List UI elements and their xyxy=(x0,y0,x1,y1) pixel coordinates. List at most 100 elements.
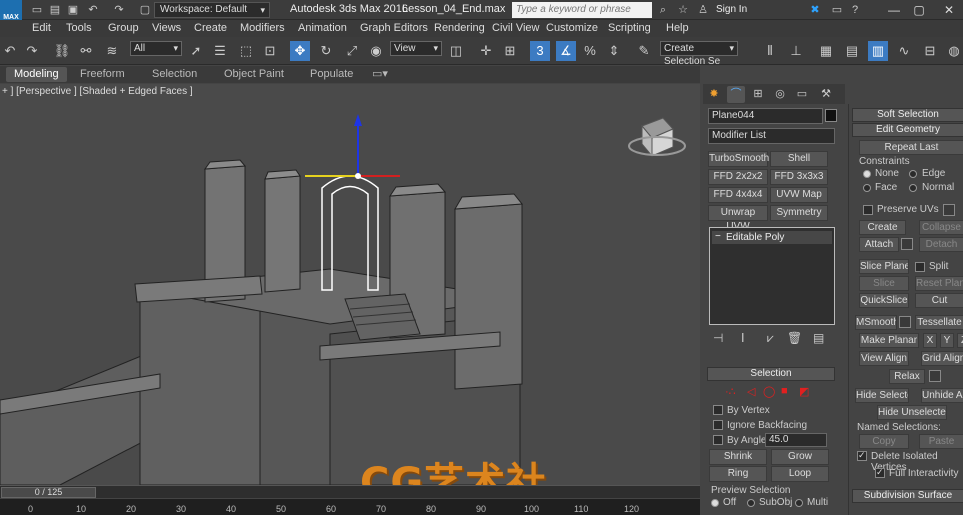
redo-icon[interactable]: ↷ xyxy=(22,41,42,61)
grid-align-button[interactable]: Grid Align xyxy=(921,351,963,366)
attach-button[interactable]: Attach xyxy=(859,237,899,252)
make-unique-icon[interactable]: ⩗ xyxy=(767,331,774,346)
shrink-button[interactable]: Shrink xyxy=(709,449,767,465)
redo-icon[interactable]: ↷ xyxy=(112,3,126,17)
percent-snap-icon[interactable]: % xyxy=(580,41,600,61)
menu-modifiers[interactable]: Modifiers xyxy=(240,22,285,34)
open-file-icon[interactable]: ▤ xyxy=(48,3,62,17)
time-slider[interactable]: 0 / 125 xyxy=(0,485,700,498)
shell-button[interactable]: Shell xyxy=(770,151,828,167)
ffd-3x3x3-button[interactable]: FFD 3x3x3 xyxy=(770,169,828,185)
by-vertex-checkbox[interactable] xyxy=(713,405,723,415)
unlink-icon[interactable]: ⚯ xyxy=(76,41,96,61)
menu-views[interactable]: Views xyxy=(152,22,181,34)
menu-create[interactable]: Create xyxy=(194,22,227,34)
split-checkbox[interactable] xyxy=(915,262,925,272)
reference-coord-dropdown[interactable]: View xyxy=(390,41,442,56)
curve-editor-icon[interactable]: ∿ xyxy=(894,41,914,61)
close-button[interactable]: ✕ xyxy=(935,0,963,20)
subobject-edge-icon[interactable]: ◁ xyxy=(747,385,755,398)
paste-button[interactable]: Paste xyxy=(919,434,963,449)
menu-tools[interactable]: Tools xyxy=(66,22,92,34)
motion-tab-icon[interactable]: ◎ xyxy=(771,86,789,103)
constraint-edge-radio[interactable] xyxy=(909,170,917,178)
stack-item-editable-poly[interactable]: Editable Poly xyxy=(712,231,832,244)
pivot-center-icon[interactable]: ◫ xyxy=(446,41,466,61)
hide-selected-button[interactable]: Hide Selected xyxy=(855,388,909,403)
select-object-icon[interactable]: ➚ xyxy=(186,41,206,61)
track-bar[interactable]: 0 10 20 30 40 50 60 70 80 90 100 110 120 xyxy=(0,498,700,515)
edit-geometry-rollout[interactable]: Edit Geometry xyxy=(852,123,963,137)
reset-plane-button[interactable]: Reset Plane xyxy=(915,276,963,291)
viewport-label[interactable]: + ] [Perspective ] [Shaded + Edged Faces… xyxy=(2,86,193,97)
select-by-name-icon[interactable]: ☰ xyxy=(210,41,230,61)
spinner-snap-icon[interactable]: ⇕ xyxy=(604,41,624,61)
tab-modeling[interactable]: Modeling xyxy=(6,67,67,82)
display-tab-icon[interactable]: ▭ xyxy=(793,86,811,103)
constraint-normal-radio[interactable] xyxy=(909,184,917,192)
snaps-toggle-icon[interactable]: 3 xyxy=(530,41,550,61)
grow-button[interactable]: Grow xyxy=(771,449,829,465)
align-icon[interactable]: ⊥ xyxy=(786,41,806,61)
hierarchy-tab-icon[interactable]: ⊞ xyxy=(749,86,767,103)
tessellate-button[interactable]: Tessellate xyxy=(915,315,963,330)
subobject-element-icon[interactable]: ◩ xyxy=(799,385,809,398)
schematic-view-icon[interactable]: ⊟ xyxy=(920,41,940,61)
layer-manager-icon[interactable]: ▦ xyxy=(816,41,836,61)
view-align-button[interactable]: View Align xyxy=(859,351,909,366)
link-icon[interactable]: ⛓ xyxy=(52,41,72,61)
selection-rollout-header[interactable]: Selection xyxy=(707,367,835,381)
repeat-last-button[interactable]: Repeat Last xyxy=(859,140,963,155)
menu-edit[interactable]: Edit xyxy=(32,22,51,34)
tab-populate[interactable]: Populate xyxy=(302,67,361,82)
user-icon[interactable]: ♙ xyxy=(696,3,710,17)
relax-button[interactable]: Relax xyxy=(889,369,925,384)
search-icon[interactable]: ⌕ xyxy=(656,3,670,17)
tab-freeform[interactable]: Freeform xyxy=(72,67,133,82)
subobject-polygon-icon[interactable]: ■ xyxy=(781,385,788,397)
keyboard-shortcut-icon[interactable]: ⊞ xyxy=(500,41,520,61)
modifier-stack[interactable]: Editable Poly xyxy=(709,227,835,325)
create-button[interactable]: Create xyxy=(859,220,906,235)
cut-button[interactable]: Cut xyxy=(915,293,963,308)
attach-settings-icon[interactable] xyxy=(901,238,913,250)
named-selection-dropdown[interactable]: Create Selection Se xyxy=(660,41,738,67)
select-rotate-icon[interactable]: ↻ xyxy=(316,41,336,61)
tab-object-paint[interactable]: Object Paint xyxy=(216,67,292,82)
selection-filter-dropdown[interactable]: All xyxy=(130,41,182,56)
sign-in-link[interactable]: Sign In xyxy=(716,4,747,15)
preserve-uvs-settings-icon[interactable] xyxy=(943,204,955,216)
maximize-button[interactable]: ▢ xyxy=(905,0,933,20)
relax-settings-icon[interactable] xyxy=(929,370,941,382)
modify-tab-icon[interactable]: ⌒ xyxy=(727,86,745,103)
menu-animation[interactable]: Animation xyxy=(298,22,347,34)
perspective-viewport[interactable]: + ] [Perspective ] [Shaded + Edged Faces… xyxy=(0,84,700,485)
ribbon-options-icon[interactable]: ▭▾ xyxy=(364,67,396,82)
full-interactivity-checkbox[interactable] xyxy=(875,467,885,478)
planar-z-button[interactable]: Z xyxy=(957,333,963,348)
object-color-swatch[interactable] xyxy=(825,109,837,122)
object-name-field[interactable]: Plane044 xyxy=(708,108,823,124)
make-planar-button[interactable]: Make Planar xyxy=(859,333,919,348)
place-icon[interactable]: ◉ xyxy=(366,41,386,61)
utilities-tab-icon[interactable]: ⚒ xyxy=(817,86,835,103)
constraint-none-radio[interactable] xyxy=(863,170,871,178)
project-folder-icon[interactable]: ▢ xyxy=(138,3,152,17)
search-input[interactable]: Type a keyword or phrase xyxy=(512,2,652,18)
subobject-vertex-icon[interactable]: ·∴ xyxy=(725,385,736,398)
select-manipulate-icon[interactable]: ✛ xyxy=(476,41,496,61)
uvw-map-button[interactable]: UVW Map xyxy=(770,187,828,203)
menu-group[interactable]: Group xyxy=(108,22,139,34)
select-move-icon[interactable]: ✥ xyxy=(290,41,310,61)
rect-selection-icon[interactable]: ⬚ xyxy=(236,41,256,61)
unwrap-uvw-button[interactable]: Unwrap UVW xyxy=(708,205,768,232)
material-editor-icon[interactable]: ◍ xyxy=(944,41,963,61)
copy-button[interactable]: Copy xyxy=(859,434,909,449)
angle-spinner[interactable]: 45.0 xyxy=(765,433,827,447)
tab-selection[interactable]: Selection xyxy=(144,67,205,82)
preview-subobj-radio[interactable] xyxy=(747,499,755,507)
configure-sets-icon[interactable]: ▤ xyxy=(813,331,824,345)
star-icon[interactable]: ☆ xyxy=(676,3,690,17)
select-scale-icon[interactable]: ⤢ xyxy=(342,41,362,61)
angle-snap-icon[interactable]: ∡ xyxy=(556,41,576,61)
